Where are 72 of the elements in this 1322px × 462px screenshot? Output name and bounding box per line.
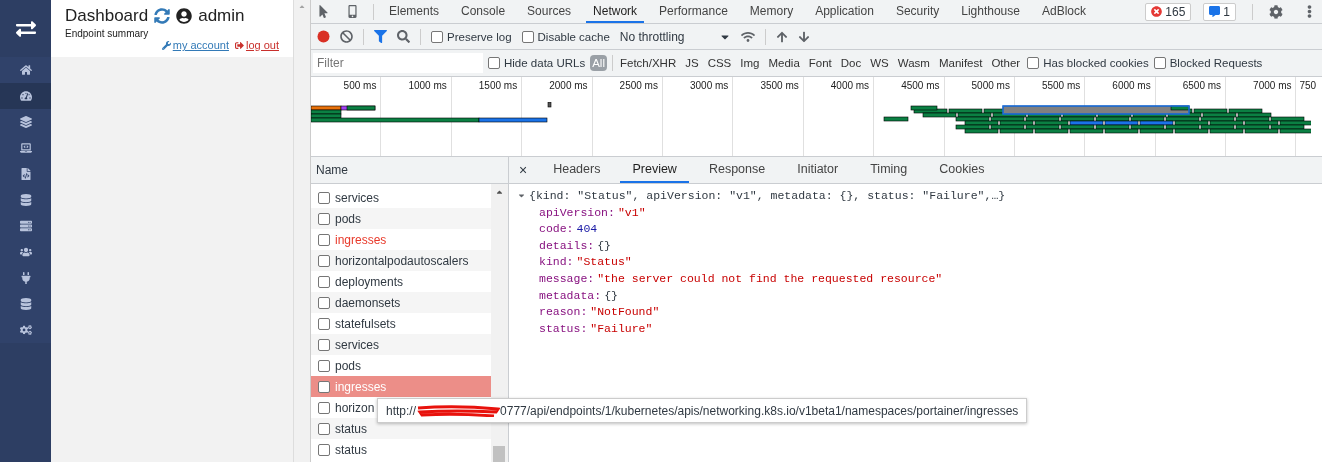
logout-link[interactable]: log out: [234, 39, 279, 51]
time-tick-label: 1000 ms: [408, 80, 447, 91]
type-filter-button[interactable]: Font: [806, 55, 834, 71]
type-filter-button[interactable]: Img: [738, 55, 762, 71]
type-filter-button[interactable]: Wasm: [895, 55, 932, 71]
time-tick-label: 7000 ms: [1253, 80, 1292, 91]
request-row[interactable]: horizontalpodautoscalers: [311, 250, 491, 271]
property-line: details: {}: [538, 238, 613, 252]
checkbox-option[interactable]: Preserve log: [431, 30, 512, 43]
detail-tab[interactable]: Timing: [858, 157, 920, 183]
time-tick-label: 4500 ms: [901, 80, 940, 91]
close-button[interactable]: ×: [513, 162, 534, 178]
devtools-tab[interactable]: Elements: [382, 0, 447, 23]
type-filter-button[interactable]: Doc: [838, 55, 864, 71]
type-filter-button[interactable]: JS: [683, 55, 701, 71]
url-text: http://: [386, 403, 417, 418]
time-tick-label: 6500 ms: [1182, 80, 1222, 91]
detail-tab[interactable]: Cookies: [927, 157, 997, 183]
time-tick-label: 2000 ms: [549, 80, 588, 91]
time-tick-label: 2500 ms: [619, 80, 658, 91]
time-tick-label: 5000 ms: [971, 80, 1010, 91]
request-row[interactable]: pods: [311, 208, 491, 229]
property-line: status: "Failure": [538, 321, 654, 335]
my-account-link[interactable]: my account: [161, 39, 229, 51]
property-line: metadata: {}: [538, 288, 619, 302]
time-tick-label: 3500 ms: [760, 80, 799, 91]
detail-tab[interactable]: Response: [696, 157, 778, 183]
throttling-select[interactable]: No throttling: [619, 29, 731, 44]
property-line: reason: "NotFound": [538, 305, 661, 319]
time-tick-label: 5500 ms: [1041, 80, 1081, 91]
devtools-tab[interactable]: AdBlock: [1034, 0, 1093, 23]
devtools-tab[interactable]: Memory: [742, 0, 801, 23]
time-tick-label: 3000 ms: [690, 80, 729, 91]
checkbox-option[interactable]: Blocked Requests: [1153, 57, 1263, 69]
devtools-tab[interactable]: Security: [888, 0, 947, 23]
type-filter-button[interactable]: Media: [766, 55, 802, 71]
time-tick-label: 1500 ms: [478, 80, 518, 91]
page-title: Dashboard: [65, 6, 149, 26]
devtools-tab[interactable]: Application: [808, 0, 881, 23]
devtools-tab[interactable]: Performance: [652, 0, 735, 23]
url-text: 0777/api/endpoints/1/kubernetes/apis/networking.k8s.io/v1beta1/namespaces/portainer/ingresses: [500, 403, 1019, 418]
request-row[interactable]: services: [311, 334, 491, 355]
time-tick-label: 6000 ms: [1112, 80, 1151, 91]
detail-tab[interactable]: Headers: [541, 157, 613, 183]
property-line: kind: "Status": [538, 255, 633, 269]
object-summary: {kind: "Status", apiVersion: "v1", metadata: {}, status: "Failure",…}: [529, 189, 1006, 202]
checkbox-option[interactable]: Hide data URLs: [488, 57, 586, 69]
message-count-badge[interactable]: 1: [1203, 2, 1236, 21]
type-filter-button[interactable]: WS: [868, 55, 891, 71]
request-row[interactable]: daemonsets: [311, 292, 491, 313]
devtools-tab[interactable]: Console: [454, 0, 513, 23]
type-filter-button[interactable]: Other: [989, 55, 1023, 71]
checkbox-option[interactable]: Disable cache: [521, 30, 610, 43]
checkbox-option[interactable]: Has blocked cookies: [1027, 57, 1149, 69]
property-line: code: 404: [538, 222, 599, 236]
filter-field[interactable]: Filter: [313, 53, 483, 73]
page-subtitle: Endpoint summary: [65, 28, 150, 39]
time-tick-label: 4000 ms: [830, 80, 870, 91]
property-line: message: "the server could not find the requested resource": [538, 271, 944, 285]
type-filter-button[interactable]: Fetch/XHR: [617, 55, 679, 71]
type-filter-button[interactable]: Manifest: [936, 55, 985, 71]
error-count-badge[interactable]: 165: [1145, 2, 1192, 21]
column-header: Name: [316, 163, 348, 177]
property-line: apiVersion: "v1": [538, 205, 647, 219]
detail-tab[interactable]: Initiator: [785, 157, 851, 183]
time-tick-label: 500 ms: [343, 80, 377, 91]
devtools-tab[interactable]: Sources: [520, 0, 579, 23]
detail-tab[interactable]: Preview: [620, 157, 689, 183]
type-filter-button[interactable]: CSS: [705, 55, 734, 71]
user-name: admin: [198, 6, 245, 26]
time-tick-label: 750: [1299, 80, 1317, 91]
devtools-tab[interactable]: Lighthouse: [954, 0, 1027, 23]
